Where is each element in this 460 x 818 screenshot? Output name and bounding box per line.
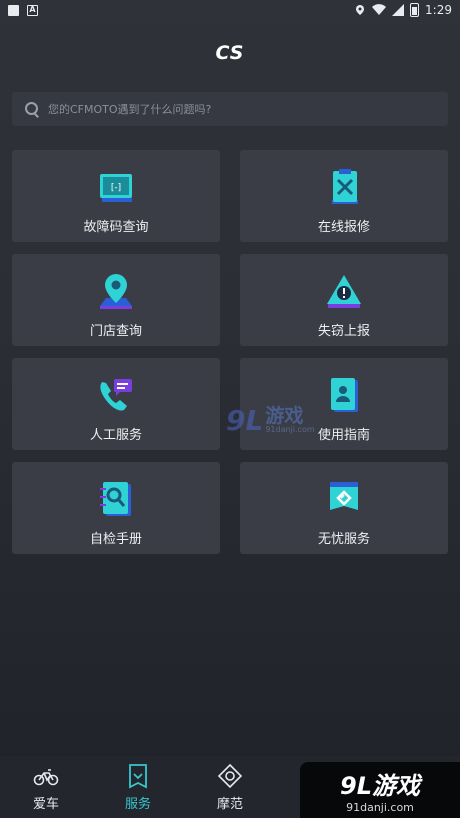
service-grid: [-] 故障码查询 在线报修 门店查询 失窃上报 人工服务 使用指南 自检手册 …	[12, 150, 448, 554]
compass-icon	[217, 763, 243, 788]
fault-code-icon: [-]	[100, 174, 132, 202]
tab-service[interactable]: 服务	[92, 756, 184, 818]
tab-label: 服务	[124, 796, 151, 812]
card-label: 在线报修	[317, 220, 370, 235]
a-notification-icon: A	[27, 4, 38, 16]
location-icon	[356, 5, 365, 15]
user-guide-icon	[331, 378, 358, 412]
tab-my-car[interactable]: 爱车	[0, 756, 92, 818]
card-self-check[interactable]: 自检手册	[12, 462, 220, 554]
worry-free-icon	[330, 482, 358, 510]
tab-label: 摩范	[216, 796, 243, 812]
service-bookmark-icon	[129, 763, 147, 788]
search-bar[interactable]	[12, 92, 448, 126]
watermark-main: 游戏	[372, 772, 420, 800]
watermark-site: 91danji.com	[346, 801, 414, 814]
page-title: CS	[215, 42, 245, 64]
card-user-guide[interactable]: 使用指南	[240, 358, 448, 450]
card-human-service[interactable]: 人工服务	[12, 358, 220, 450]
watermark-brand: 9L	[340, 772, 372, 800]
repair-tools-icon	[332, 169, 358, 204]
tab-mofan[interactable]: 摩范	[184, 756, 276, 818]
card-label: 自检手册	[89, 532, 142, 547]
card-store-search[interactable]: 门店查询	[12, 254, 220, 346]
card-label: 人工服务	[89, 428, 142, 443]
card-fault-code[interactable]: [-] 故障码查询	[12, 150, 220, 242]
motorcycle-icon	[33, 768, 59, 785]
card-label: 失窃上报	[317, 324, 370, 339]
card-worry-free[interactable]: 无忧服务	[240, 462, 448, 554]
image-notification-icon	[8, 4, 19, 16]
card-online-repair[interactable]: 在线报修	[240, 150, 448, 242]
tab-label: 爱车	[32, 796, 59, 812]
card-label: 无忧服务	[317, 532, 370, 547]
card-label: 故障码查询	[83, 220, 149, 235]
svg-text:[-]: [-]	[111, 183, 121, 193]
status-bar: A 1:29	[0, 0, 460, 20]
theft-alert-icon	[327, 275, 361, 308]
store-location-icon	[100, 274, 132, 309]
search-input[interactable]	[48, 102, 428, 116]
wifi-icon	[372, 4, 387, 16]
card-label: 使用指南	[317, 428, 370, 443]
status-time: 1:29	[425, 3, 452, 17]
phone-chat-icon	[100, 379, 132, 411]
search-icon	[24, 101, 40, 117]
card-label: 门店查询	[89, 324, 142, 339]
watermark-corner: 9L游戏 91danji.com	[300, 762, 460, 818]
self-check-manual-icon	[100, 482, 131, 516]
signal-icon	[392, 4, 405, 16]
card-theft-report[interactable]: 失窃上报	[240, 254, 448, 346]
battery-icon	[410, 3, 420, 17]
